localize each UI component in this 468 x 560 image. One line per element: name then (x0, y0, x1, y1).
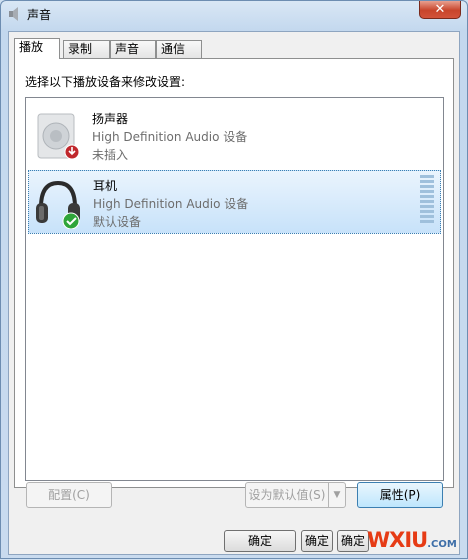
watermark-domain: .COM (427, 539, 457, 550)
speaker-icon (9, 7, 18, 21)
chevron-down-icon: ▼ (333, 490, 341, 500)
device-name: 耳机 (93, 179, 118, 193)
unplugged-badge-icon (64, 144, 80, 160)
watermark-brand: WXIU (367, 528, 428, 552)
tab-sounds[interactable]: 声音 (110, 40, 156, 58)
device-status: 未插入 (92, 148, 129, 162)
close-button[interactable]: ✕ (419, 1, 461, 19)
device-list[interactable]: 扬声器 High Definition Audio 设备 未插入 耳机 High… (25, 97, 444, 481)
title-bar[interactable]: 声音 ✕ (1, 1, 467, 27)
ok-button[interactable]: 确定 (224, 530, 296, 552)
volume-level-meter (420, 175, 434, 229)
tab-communications[interactable]: 通信 (156, 40, 202, 58)
set-default-dropdown[interactable]: ▼ (328, 482, 346, 508)
device-driver: High Definition Audio 设备 (93, 197, 249, 211)
device-status: 默认设备 (93, 215, 142, 229)
device-item-speaker[interactable]: 扬声器 High Definition Audio 设备 未插入 (28, 104, 441, 168)
ok-button-3[interactable]: 确定 (337, 530, 369, 552)
set-default-button[interactable]: 设为默认值(S) (245, 482, 329, 508)
instruction-text: 选择以下播放设备来修改设置: (25, 75, 186, 89)
dialog-client-area: 播放 录制 声音 通信 选择以下播放设备来修改设置: 扬声器 High Defi… (8, 31, 460, 555)
window-title: 声音 (27, 8, 52, 22)
device-name: 扬声器 (92, 112, 129, 126)
playback-panel: 选择以下播放设备来修改设置: 扬声器 High Definition Audio… (14, 58, 454, 488)
tab-playback[interactable]: 播放 (14, 38, 60, 59)
watermark-logo: WXIU.COM (367, 525, 463, 555)
ok-button-2[interactable]: 确定 (301, 530, 333, 552)
tab-recording[interactable]: 录制 (63, 40, 110, 58)
sound-dialog: 声音 ✕ 播放 录制 声音 通信 选择以下播放设备来修改设置: 扬声器 High… (0, 0, 468, 559)
headphones-icon (36, 180, 80, 229)
default-check-badge-icon (62, 212, 80, 229)
configure-button[interactable]: 配置(C) (26, 482, 112, 508)
device-driver: High Definition Audio 设备 (92, 130, 248, 144)
speaker-icon (37, 113, 80, 160)
device-item-headphones[interactable]: 耳机 High Definition Audio 设备 默认设备 (28, 170, 441, 234)
properties-button[interactable]: 属性(P) (357, 482, 443, 508)
